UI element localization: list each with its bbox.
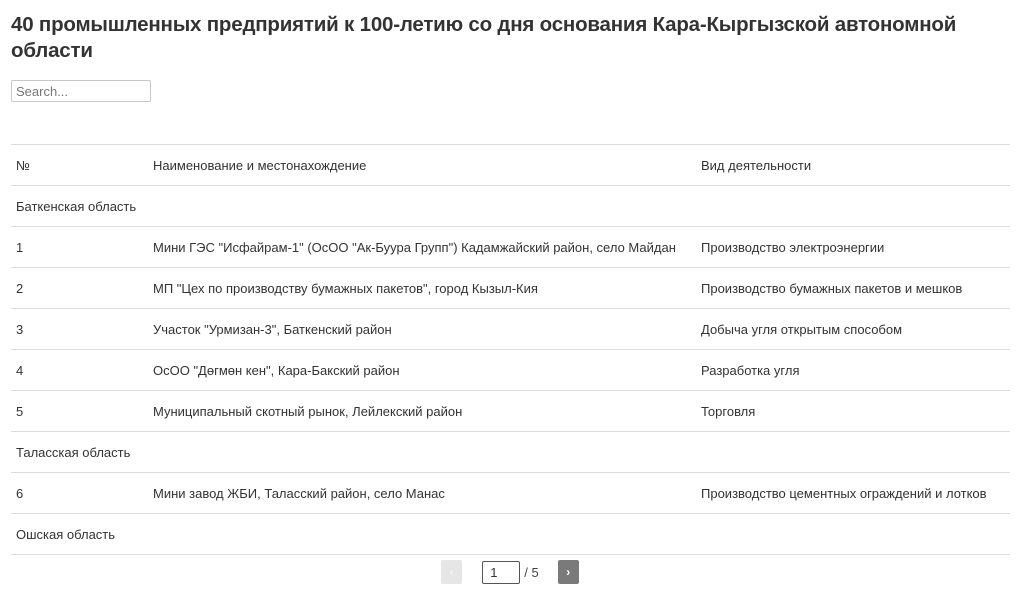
table-header-row: № Наименование и местонахождение Вид дея… bbox=[11, 144, 1010, 186]
page-number-input[interactable] bbox=[482, 560, 521, 584]
row-activity: Производство бумажных пакетов и мешков bbox=[696, 267, 1010, 309]
table-row: 2 МП "Цех по производству бумажных пакет… bbox=[11, 267, 1010, 309]
page-container: 40 промышленных предприятий к 100-летию … bbox=[0, 0, 1020, 555]
chevron-left-icon: ‹ bbox=[449, 565, 454, 579]
group-row: Таласская область bbox=[11, 431, 1010, 473]
row-number: 3 bbox=[11, 308, 148, 350]
row-activity: Добыча угля открытым способом bbox=[696, 308, 1010, 350]
row-name: МП "Цех по производству бумажных пакетов… bbox=[148, 267, 696, 309]
group-label: Ошская область bbox=[11, 513, 1010, 555]
table-row: 5 Муниципальный скотный рынок, Лейлекски… bbox=[11, 390, 1010, 432]
group-row: Ошская область bbox=[11, 513, 1010, 555]
row-name: Мини ГЭС "Исфайрам-1" (ОсОО "Ак-Буура Гр… bbox=[148, 226, 696, 268]
row-activity: Торговля bbox=[696, 390, 1010, 432]
row-number: 2 bbox=[11, 267, 148, 309]
group-row: Баткенская область bbox=[11, 185, 1010, 227]
table-row: 6 Мини завод ЖБИ, Таласский район, село … bbox=[11, 472, 1010, 514]
search-wrapper bbox=[11, 80, 1010, 102]
header-activity: Вид деятельности bbox=[696, 144, 1010, 186]
enterprises-table: № Наименование и местонахождение Вид дея… bbox=[11, 144, 1010, 555]
row-number: 5 bbox=[11, 390, 148, 432]
pagination: ‹ / 5 › bbox=[0, 560, 1020, 584]
row-number: 4 bbox=[11, 349, 148, 391]
row-number: 6 bbox=[11, 472, 148, 514]
row-activity: Производство цементных ограждений и лотк… bbox=[696, 472, 1010, 514]
header-number: № bbox=[11, 144, 148, 186]
table-row: 3 Участок "Урмизан-3", Баткенский район … bbox=[11, 308, 1010, 350]
row-name: Участок "Урмизан-3", Баткенский район bbox=[148, 308, 696, 350]
row-activity: Разработка угля bbox=[696, 349, 1010, 391]
row-activity: Производство электроэнергии bbox=[696, 226, 1010, 268]
row-name: ОсОО "Дөгмөн кен", Кара-Бакский район bbox=[148, 349, 696, 391]
total-pages: / 5 bbox=[524, 564, 539, 580]
group-label: Таласская область bbox=[11, 431, 1010, 473]
prev-page-button[interactable]: ‹ bbox=[441, 560, 463, 584]
row-name: Муниципальный скотный рынок, Лейлекский … bbox=[148, 390, 696, 432]
chevron-right-icon: › bbox=[566, 565, 571, 579]
table-row: 1 Мини ГЭС "Исфайрам-1" (ОсОО "Ак-Буура … bbox=[11, 226, 1010, 268]
group-label: Баткенская область bbox=[11, 185, 1010, 227]
row-number: 1 bbox=[11, 226, 148, 268]
table-row: 4 ОсОО "Дөгмөн кен", Кара-Бакский район … bbox=[11, 349, 1010, 391]
page-title: 40 промышленных предприятий к 100-летию … bbox=[11, 13, 957, 62]
search-input[interactable] bbox=[11, 80, 151, 102]
header-name-location: Наименование и местонахождение bbox=[148, 144, 696, 186]
next-page-button[interactable]: › bbox=[557, 560, 579, 584]
row-name: Мини завод ЖБИ, Таласский район, село Ма… bbox=[148, 472, 696, 514]
